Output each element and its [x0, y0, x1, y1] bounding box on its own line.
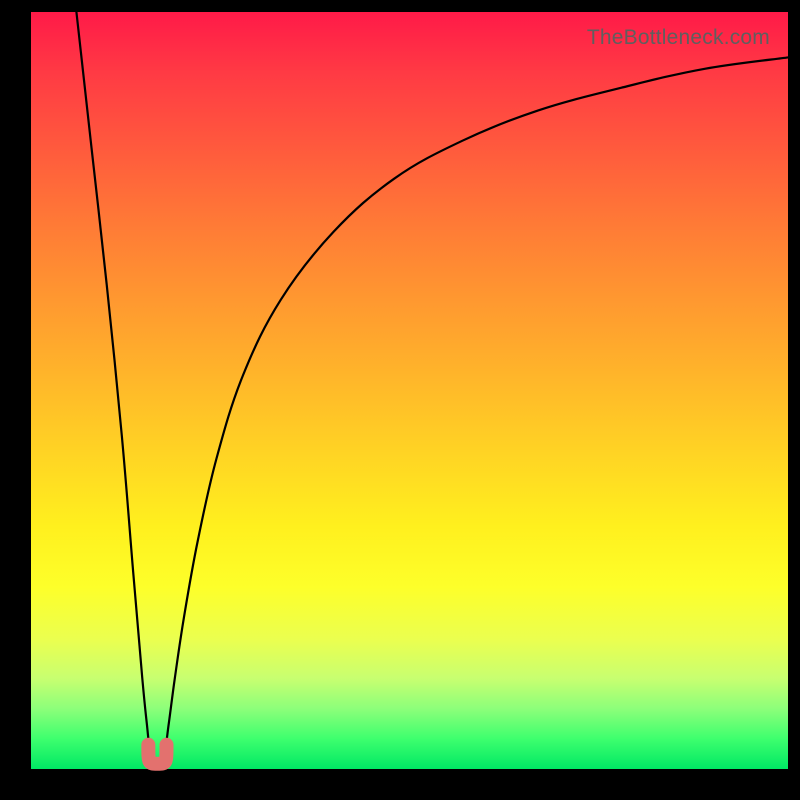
bottleneck-curve	[76, 12, 788, 764]
watermark-text: TheBottleneck.com	[587, 26, 770, 50]
chart-frame: TheBottleneck.com	[0, 0, 800, 800]
curve-layer	[31, 12, 788, 769]
plot-area: TheBottleneck.com	[31, 12, 788, 769]
valley-marker	[148, 745, 166, 764]
